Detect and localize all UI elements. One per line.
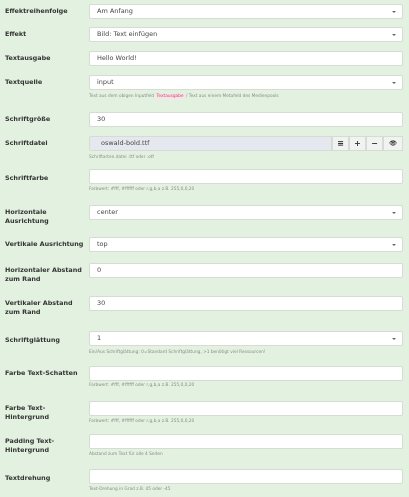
v-align-label: Vertikale Ausrichtung (5, 240, 84, 248)
font-color-help: Farbwert: #fff, #ffffff oder r,g,b,a z.B… (89, 187, 195, 192)
smoothing-help: Ein/Aus Schriftglättung: 0=Standard Schr… (89, 350, 266, 355)
text-output-input[interactable]: Hello World! (89, 51, 403, 66)
text-source-label: Textquelle (5, 78, 43, 86)
bg-color-help: Farbwert: #fff, #ffffff oder r,g,b,a z.B… (89, 419, 195, 424)
font-file-label: Schriftdatei (5, 139, 48, 147)
text-source-help-code: Textausgabe (155, 94, 185, 99)
rotation-input[interactable] (89, 469, 403, 484)
effect-label: Effekt (5, 30, 27, 38)
eye-icon[interactable]: 👁 (383, 136, 403, 151)
text-source-help: Text aus dem obigen Inputfeld Textausgab… (89, 94, 405, 100)
effect-settings-form: Effektreihenfolge Am Anfang Effekt Bild:… (0, 0, 409, 497)
text-output-label: Textausgabe (5, 54, 51, 62)
bg-color-input[interactable] (89, 401, 403, 416)
rotation-help: Text-Drehung in Grad z.B. 45 oder -45 (89, 487, 171, 492)
v-align-select[interactable]: top (89, 237, 403, 252)
order-select[interactable]: Am Anfang (89, 4, 403, 19)
font-color-input[interactable] (89, 169, 403, 184)
rotation-label: Textdrehung (5, 474, 51, 482)
text-source-help-pre: Text aus dem obigen Inputfeld (89, 94, 155, 99)
padding-help: Abstand zum Text für alle 4 Seiten (89, 452, 163, 457)
text-source-select[interactable]: input (89, 75, 403, 90)
list-icon[interactable]: ≡ (332, 136, 349, 151)
font-file-input[interactable]: oswald-bold.ttf (89, 136, 332, 151)
font-file-widget: oswald-bold.ttf ≡ + − 👁 (89, 136, 403, 151)
h-margin-input[interactable]: 0 (89, 263, 403, 278)
font-file-help: Schriftarten.datei .ttf oder .otf (89, 155, 154, 160)
h-align-label: Horizontale Ausrichtung (5, 208, 49, 225)
font-size-input[interactable]: 30 (89, 112, 403, 127)
smoothing-select[interactable]: 1 (89, 331, 403, 346)
text-source-help-post: / Text aus einem Metafeld des Medienpool… (185, 94, 279, 99)
padding-label: Padding Text-Hintergrund (5, 437, 55, 454)
v-margin-label: Vertikaler Abstand zum Rand (5, 299, 73, 316)
shadow-color-input[interactable] (89, 366, 403, 381)
v-margin-input[interactable]: 30 (89, 296, 403, 311)
add-icon[interactable]: + (349, 136, 366, 151)
remove-icon[interactable]: − (366, 136, 383, 151)
font-color-label: Schriftfarbe (5, 174, 49, 182)
bg-color-label: Farbe Text-Hintergrund (5, 404, 50, 421)
font-size-label: Schriftgröße (5, 115, 51, 123)
shadow-color-label: Farbe Text-Schatten (5, 369, 78, 377)
h-margin-label: Horizontaler Abstand zum Rand (5, 266, 82, 283)
h-align-select[interactable]: center (89, 205, 403, 220)
padding-input[interactable] (89, 434, 403, 449)
shadow-color-help: Farbwert: #fff, #ffffff oder r,g,b,a z.B… (89, 383, 195, 388)
smoothing-label: Schriftglättung (5, 336, 60, 344)
effect-select[interactable]: Bild: Text einfügen (89, 27, 403, 42)
order-label: Effektreihenfolge (5, 7, 68, 15)
